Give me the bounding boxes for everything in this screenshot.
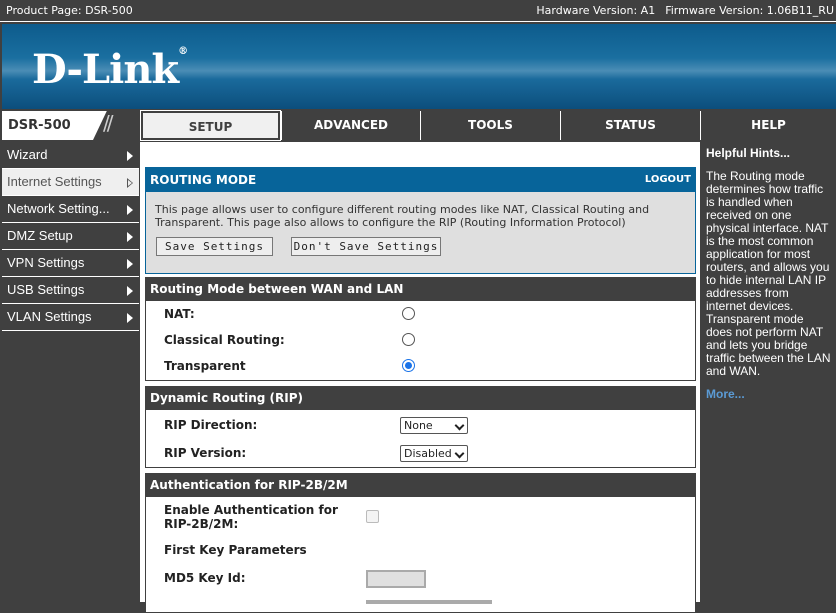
- tab-help[interactable]: HELP: [700, 111, 836, 140]
- model-label: DSR-500: [2, 111, 139, 140]
- hints-title: Helpful Hints...: [706, 146, 790, 160]
- section-title: Routing Mode between WAN and LAN: [146, 278, 695, 301]
- sidebar-item-usb-settings[interactable]: USB Settings: [2, 277, 139, 304]
- chevron-right-icon: [127, 178, 133, 188]
- more-link[interactable]: More...: [706, 388, 831, 401]
- tab-advanced[interactable]: ADVANCED: [281, 111, 420, 140]
- sidebar-item-internet-settings[interactable]: Internet Settings: [2, 169, 139, 196]
- section-title: Authentication for RIP-2B/2M: [146, 474, 695, 497]
- tab-tools[interactable]: TOOLS: [420, 111, 560, 140]
- nat-radio[interactable]: [402, 307, 415, 320]
- dont-save-settings-button[interactable]: Don't Save Settings: [291, 237, 441, 256]
- top-bar: Product Page: DSR-500 Hardware Version: …: [0, 0, 836, 22]
- hardware-version: Hardware Version: A1: [536, 4, 656, 17]
- transparent-label: Transparent: [164, 359, 246, 373]
- routing-mode-section: Routing Mode between WAN and LAN NAT: Cl…: [145, 277, 696, 381]
- enable-auth-checkbox[interactable]: [366, 510, 379, 523]
- chevron-right-icon: [127, 313, 133, 323]
- tab-setup[interactable]: SETUP: [140, 110, 281, 141]
- md5-key-id-input[interactable]: [366, 570, 426, 588]
- banner: D-Link®: [2, 24, 836, 109]
- sidebar-item-dmz-setup[interactable]: DMZ Setup: [2, 223, 139, 250]
- section-title: Dynamic Routing (RIP): [146, 387, 695, 410]
- sidebar-item-wizard[interactable]: Wizard: [2, 142, 139, 169]
- firmware-version: Firmware Version: 1.06B11_RU: [665, 4, 834, 17]
- sidebar: Wizard Internet Settings Network Setting…: [2, 142, 139, 331]
- classical-label: Classical Routing:: [164, 333, 285, 347]
- product-page: Product Page: DSR-500: [6, 4, 133, 17]
- chevron-right-icon: [127, 286, 133, 296]
- rip-section: Dynamic Routing (RIP) RIP Direction: None…: [145, 386, 696, 468]
- classical-routing-radio[interactable]: [402, 333, 415, 346]
- rip-direction-label: RIP Direction:: [164, 418, 258, 432]
- content: ROUTING MODE LOGOUT This page allows user…: [140, 142, 700, 613]
- tab-status[interactable]: STATUS: [560, 111, 700, 140]
- md5-key-id-label: MD5 Key Id:: [164, 571, 246, 585]
- rip-version-label: RIP Version:: [164, 446, 247, 460]
- nat-label: NAT:: [164, 307, 195, 321]
- panel-title: ROUTING MODE: [150, 173, 257, 187]
- transparent-radio[interactable]: [402, 359, 415, 372]
- next-input-edge: [366, 600, 492, 604]
- sidebar-item-vlan-settings[interactable]: VLAN Settings: [2, 304, 139, 331]
- main-nav: DSR-500 SETUP ADVANCED TOOLS STATUS HELP: [0, 110, 836, 141]
- page-description: This page allows user to configure diffe…: [155, 203, 650, 229]
- enable-auth-label: Enable Authentication for RIP-2B/2M:: [164, 503, 338, 531]
- chevron-right-icon: [127, 151, 133, 161]
- chevron-right-icon: [127, 259, 133, 269]
- chevron-right-icon: [127, 232, 133, 242]
- routing-mode-panel: ROUTING MODE LOGOUT This page allows user…: [145, 167, 696, 274]
- rip-version-select[interactable]: Disabled: [400, 445, 468, 462]
- sidebar-item-network-settings[interactable]: Network Setting...: [2, 196, 139, 223]
- first-key-label: First Key Parameters: [164, 543, 307, 557]
- chevron-right-icon: [127, 205, 133, 215]
- sidebar-item-vpn-settings[interactable]: VPN Settings: [2, 250, 139, 277]
- hints-text: The Routing mode determines how traffic …: [706, 169, 831, 378]
- logout-link[interactable]: LOGOUT: [645, 168, 691, 192]
- helpful-hints: Helpful Hints... The Routing mode determ…: [701, 142, 836, 602]
- rip-direction-select[interactable]: None: [400, 417, 468, 434]
- save-settings-button[interactable]: Save Settings: [156, 237, 273, 256]
- dlink-logo: D-Link®: [32, 46, 188, 93]
- auth-section: Authentication for RIP-2B/2M Enable Auth…: [145, 473, 696, 613]
